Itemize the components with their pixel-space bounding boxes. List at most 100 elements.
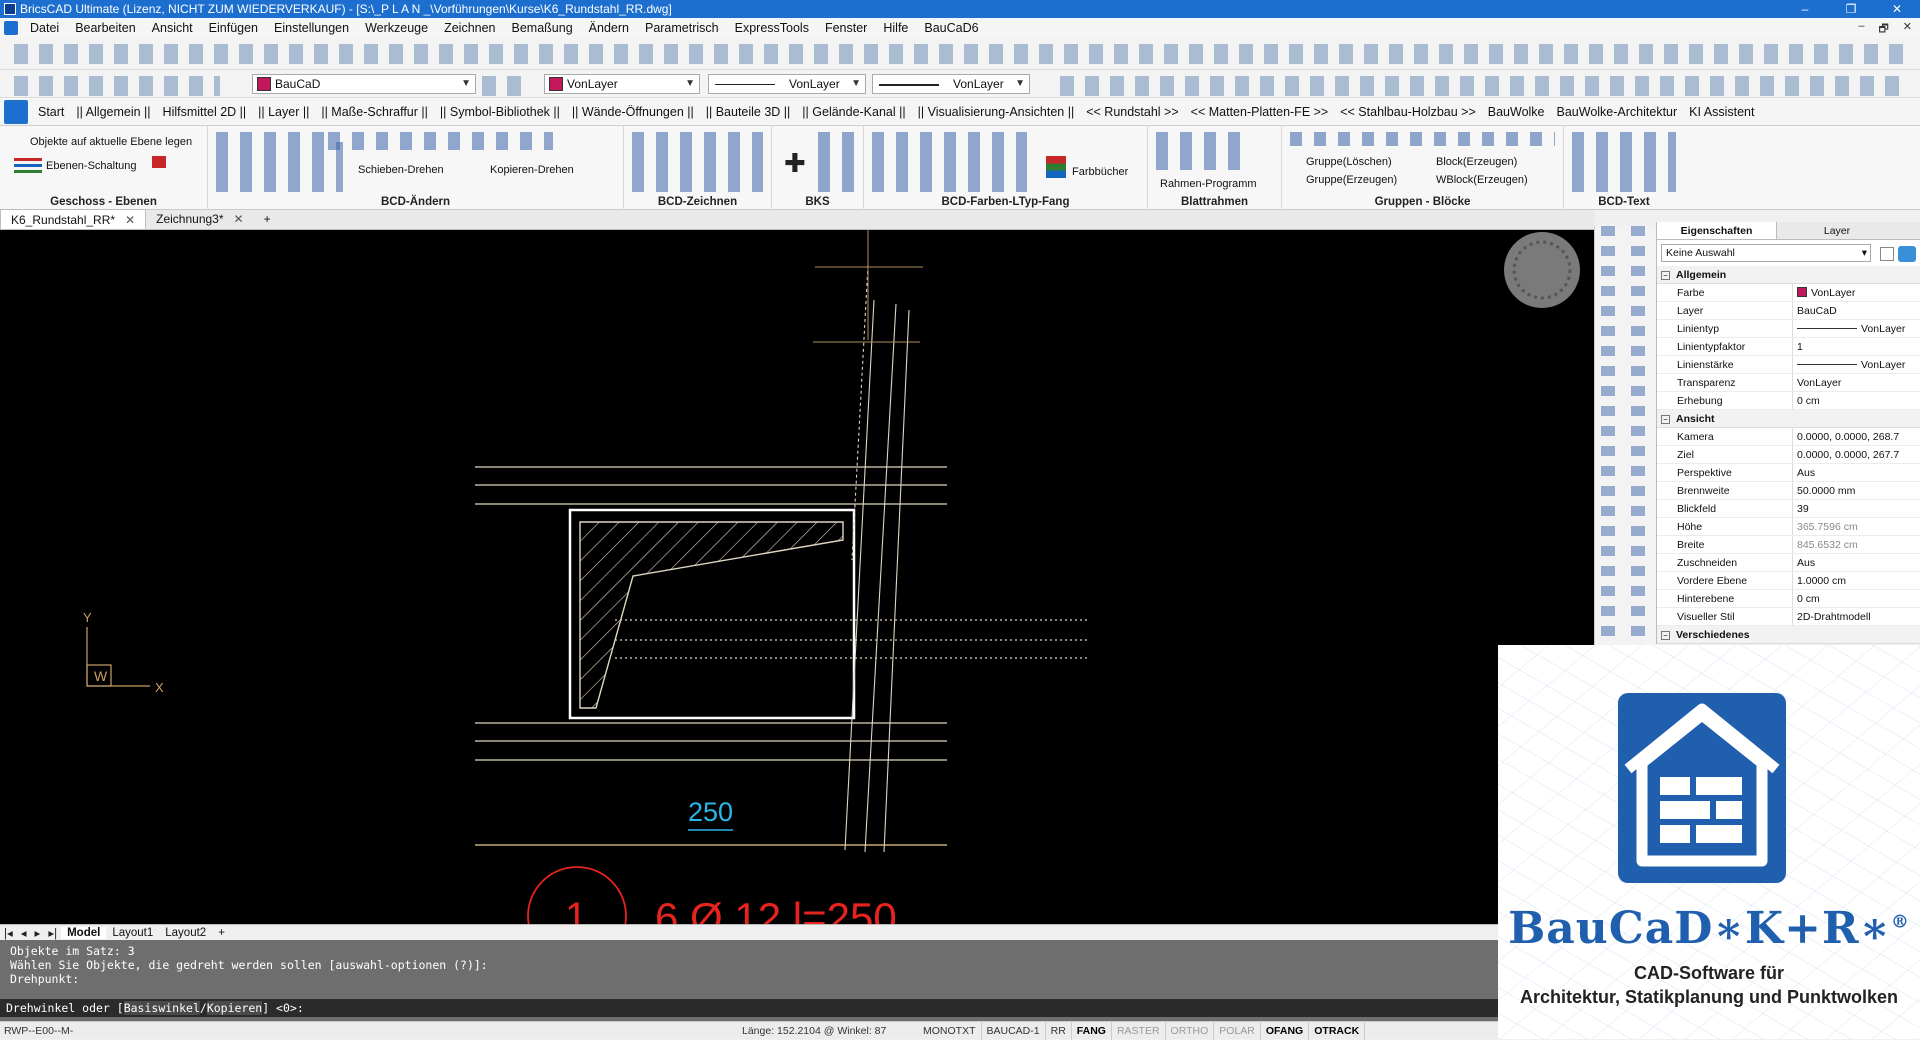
property-value[interactable]: 1 — [1793, 338, 1920, 355]
property-value[interactable]: 0 cm — [1793, 590, 1920, 607]
tab-bauteile-3d[interactable]: || Bauteile 3D || — [700, 105, 797, 119]
linetype-select[interactable]: VonLayer ▼ — [708, 74, 866, 94]
gruppe-loeschen-button[interactable]: Gruppe(Löschen) — [1306, 156, 1392, 168]
ucs-axis-icon[interactable]: ✚ — [784, 148, 806, 179]
property-value[interactable]: VonLayer — [1793, 320, 1920, 337]
drawing-canvas[interactable]: Y X W 250 1 6 Ø 12 l=250 — [0, 230, 1594, 924]
menu-einfuegen[interactable]: Einfügen — [201, 18, 266, 38]
property-row-layer[interactable]: Layer BauCaD — [1657, 302, 1920, 320]
tab-hilfsmittel-2d[interactable]: Hilfsmittel 2D || — [157, 105, 253, 119]
objekte-ebene-button[interactable]: Objekte auf aktuelle Ebene legen — [30, 136, 192, 148]
farben-tool-icons[interactable] — [872, 132, 1027, 192]
wblock-erzeugen-button[interactable]: WBlock(Erzeugen) — [1436, 174, 1528, 186]
property-row-breite[interactable]: Breite 845.6532 cm — [1657, 536, 1920, 554]
toggle-rr[interactable]: RR — [1046, 1022, 1072, 1040]
tab-gelaende-kanal[interactable]: || Gelände-Kanal || — [796, 105, 911, 119]
snap-tool-icons[interactable] — [1060, 76, 1900, 96]
color-select[interactable]: VonLayer ▼ — [544, 74, 700, 94]
menu-hilfe[interactable]: Hilfe — [875, 18, 916, 38]
block-erzeugen-button[interactable]: Block(Erzeugen) — [1436, 156, 1517, 168]
property-row-vordere-ebene[interactable]: Vordere Ebene 1.0000 cm — [1657, 572, 1920, 590]
aendern-tool-icons[interactable] — [216, 132, 343, 192]
option-basiswinkel[interactable]: Basiswinkel — [123, 1001, 200, 1015]
property-row-perspektive[interactable]: Perspektive Aus — [1657, 464, 1920, 482]
property-row-höhe[interactable]: Höhe 365.7596 cm — [1657, 518, 1920, 536]
kopieren-drehen-button[interactable]: Kopieren-Drehen — [490, 164, 574, 176]
doc-tab-zeichnung3[interactable]: Zeichnung3* ✕ — [146, 209, 253, 229]
vertical-toolbars[interactable] — [1594, 226, 1656, 646]
toggle-raster[interactable]: RASTER — [1112, 1022, 1166, 1040]
menu-datei[interactable]: Datei — [22, 18, 67, 38]
toggle-monotxt[interactable]: MONOTXT — [918, 1022, 982, 1040]
tab-waende-oeffnungen[interactable]: || Wände-Öffnungen || — [566, 105, 700, 119]
property-row-farbe[interactable]: Farbe VonLayer — [1657, 284, 1920, 302]
menu-werkzeuge[interactable]: Werkzeuge — [357, 18, 436, 38]
property-value[interactable]: VonLayer — [1793, 374, 1920, 391]
toolbar-icons[interactable] — [14, 44, 1910, 64]
selection-dropdown[interactable]: Keine Auswahl ▾ — [1661, 244, 1871, 262]
menu-fenster[interactable]: Fenster — [817, 18, 875, 38]
tab-masse-schraffur[interactable]: || Maße-Schraffur || — [315, 105, 434, 119]
property-value[interactable]: 1.0000 cm — [1793, 572, 1920, 589]
minimize-button[interactable]: – — [1782, 0, 1828, 18]
tab-rundstahl[interactable]: << Rundstahl >> — [1080, 105, 1184, 119]
application-button[interactable] — [4, 99, 28, 124]
tab-eigenschaften[interactable]: Eigenschaften — [1657, 222, 1777, 239]
aendern-tool-icons[interactable] — [328, 132, 553, 150]
tab-model[interactable]: Model — [61, 926, 107, 939]
tab-layer[interactable]: || Layer || — [252, 105, 315, 119]
option-kopieren[interactable]: Kopieren — [206, 1001, 263, 1015]
property-row-brennweite[interactable]: Brennweite 50.0000 mm — [1657, 482, 1920, 500]
layer-select[interactable]: BauCaD ▼ — [252, 74, 476, 94]
section-ansicht[interactable]: − Ansicht — [1657, 410, 1920, 428]
tab-layout2[interactable]: Layout2 — [159, 927, 212, 939]
property-row-visueller-stil[interactable]: Visueller Stil 2D-Drahtmodell — [1657, 608, 1920, 626]
tab-bauwolke-architektur[interactable]: BauWolke-Architektur — [1551, 105, 1684, 119]
menu-expresstools[interactable]: ExpressTools — [727, 18, 817, 38]
prev-layout-icon[interactable]: ◂ — [17, 926, 31, 940]
doc-close-button[interactable]: ✕ — [1903, 20, 1912, 39]
section-verschiedenes[interactable]: − Verschiedenes — [1657, 626, 1920, 644]
section-allgemein[interactable]: − Allgemein — [1657, 266, 1920, 284]
tab-layout1[interactable]: Layout1 — [106, 927, 159, 939]
bks-tool-icons[interactable] — [818, 132, 855, 192]
tab-visualisierung-ansichten[interactable]: || Visualisierung-Ansichten || — [912, 105, 1081, 119]
tab-symbol-bibliothek[interactable]: || Symbol-Bibliothek || — [434, 105, 566, 119]
maximize-button[interactable]: ❐ — [1828, 0, 1874, 18]
toggle-baucad-1[interactable]: BAUCAD-1 — [982, 1022, 1046, 1040]
property-value[interactable]: 0 cm — [1793, 392, 1920, 409]
doc-minimize-button[interactable]: – — [1858, 20, 1864, 39]
property-value[interactable]: 365.7596 cm — [1793, 518, 1920, 535]
toggle-fang[interactable]: FANG — [1072, 1022, 1112, 1040]
property-value[interactable]: 0.0000, 0.0000, 268.7 — [1793, 428, 1920, 445]
layer-dropdown-icon[interactable] — [152, 156, 166, 168]
property-value[interactable]: Aus — [1793, 554, 1920, 571]
tab-bauwolke[interactable]: BauWolke — [1482, 105, 1551, 119]
blattrahmen-tool-icons[interactable] — [1156, 132, 1241, 170]
property-row-ziel[interactable]: Ziel 0.0000, 0.0000, 267.7 — [1657, 446, 1920, 464]
lineweight-select[interactable]: VonLayer ▼ — [872, 74, 1030, 94]
property-row-transparenz[interactable]: Transparenz VonLayer — [1657, 374, 1920, 392]
property-row-erhebung[interactable]: Erhebung 0 cm — [1657, 392, 1920, 410]
color-book-icon[interactable] — [1046, 156, 1066, 178]
text-tool-icons[interactable] — [1572, 132, 1676, 192]
first-layout-icon[interactable]: |◂ — [0, 926, 17, 940]
close-icon[interactable]: ✕ — [234, 212, 244, 226]
close-icon[interactable]: ✕ — [125, 213, 135, 227]
menu-parametrisch[interactable]: Parametrisch — [637, 18, 727, 38]
layer-tool-icons[interactable] — [14, 76, 220, 96]
app-menu-icon[interactable] — [4, 21, 18, 35]
last-layout-icon[interactable]: ▸| — [44, 926, 61, 940]
quick-select-icon[interactable] — [1898, 246, 1916, 262]
menu-bearbeiten[interactable]: Bearbeiten — [67, 18, 143, 38]
property-row-linientyp[interactable]: Linientyp VonLayer — [1657, 320, 1920, 338]
drawing-svg[interactable]: Y X W 250 1 6 Ø 12 l=250 — [0, 230, 1594, 924]
new-tab-button[interactable]: + — [254, 209, 281, 229]
next-layout-icon[interactable]: ▸ — [31, 926, 45, 940]
gruppen-tool-icons[interactable] — [1290, 132, 1555, 146]
property-value[interactable]: 845.6532 cm — [1793, 536, 1920, 553]
tab-ki-assistent[interactable]: KI Assistent — [1683, 105, 1760, 119]
menu-zeichnen[interactable]: Zeichnen — [436, 18, 503, 38]
command-line[interactable]: Drehwinkel oder [Basiswinkel/Kopieren] <… — [0, 999, 1500, 1017]
toggle-ofang[interactable]: OFANG — [1261, 1022, 1310, 1040]
